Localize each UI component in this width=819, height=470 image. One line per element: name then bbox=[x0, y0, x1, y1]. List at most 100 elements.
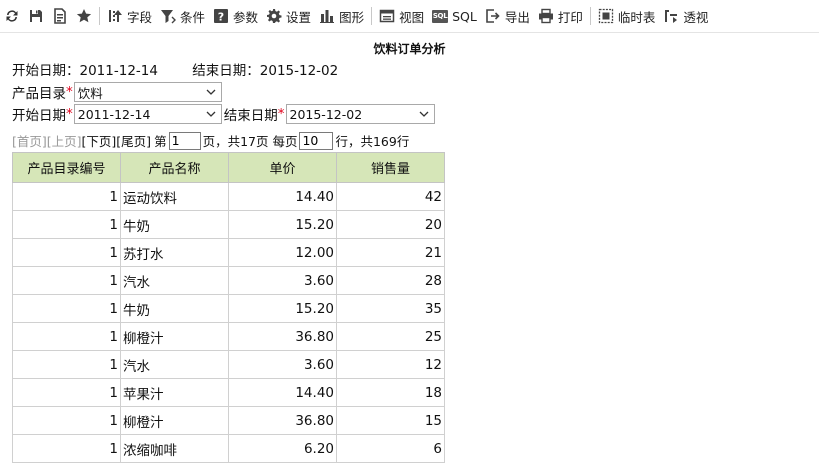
required-mark: * bbox=[66, 84, 73, 100]
svg-text:?: ? bbox=[218, 11, 224, 24]
sql-button[interactable]: SQL SQL bbox=[428, 3, 481, 29]
col-header-category-id[interactable]: 产品目录编号 bbox=[12, 152, 121, 183]
pivot-icon bbox=[665, 10, 678, 23]
toolbar-separator bbox=[371, 7, 373, 25]
cell-product-name: 牛奶 bbox=[120, 210, 229, 239]
cell-sales-qty: 6 bbox=[336, 434, 445, 463]
category-select[interactable]: 饮料 bbox=[73, 82, 222, 102]
cell-product-name: 牛奶 bbox=[120, 294, 229, 323]
table-row: 1 牛奶 15.20 35 bbox=[12, 294, 445, 323]
cell-product-name: 浓缩咖啡 bbox=[120, 434, 229, 463]
settings-label: 设置 bbox=[286, 9, 312, 25]
cell-category-id: 1 bbox=[12, 238, 121, 267]
cell-sales-qty: 42 bbox=[336, 182, 445, 211]
favorite-button[interactable] bbox=[72, 3, 96, 29]
temp-table-label: 临时表 bbox=[617, 9, 656, 25]
save-as-button[interactable] bbox=[48, 3, 72, 29]
cell-category-id: 1 bbox=[12, 210, 121, 239]
chevron-down-icon bbox=[206, 89, 216, 95]
refresh-button[interactable] bbox=[0, 3, 24, 29]
table-row: 1 柳橙汁 36.80 15 bbox=[12, 406, 445, 435]
first-page-link[interactable]: [首页] bbox=[12, 131, 47, 150]
start-date-label: 开始日期 bbox=[12, 108, 66, 124]
cell-category-id: 1 bbox=[12, 350, 121, 379]
cell-unit-price: 14.40 bbox=[228, 182, 337, 211]
cell-unit-price: 3.60 bbox=[228, 266, 337, 295]
export-label: 导出 bbox=[504, 9, 530, 25]
last-page-link[interactable]: [尾页] bbox=[116, 131, 151, 150]
cell-unit-price: 36.80 bbox=[228, 406, 337, 435]
bar-chart-icon bbox=[320, 10, 335, 23]
cell-unit-price: 15.20 bbox=[228, 294, 337, 323]
chevron-down-icon bbox=[419, 111, 428, 117]
conditions-button[interactable]: 条件 bbox=[156, 3, 209, 29]
cell-category-id: 1 bbox=[12, 182, 121, 211]
refresh-icon bbox=[6, 10, 18, 22]
start-date-select[interactable]: 2011-12-14 bbox=[73, 104, 222, 124]
chart-label: 图形 bbox=[339, 9, 365, 25]
save-as-icon bbox=[54, 8, 66, 24]
cell-product-name: 柳橙汁 bbox=[120, 406, 229, 435]
cell-sales-qty: 21 bbox=[336, 238, 445, 267]
temp-table-button[interactable]: 临时表 bbox=[594, 3, 660, 29]
cell-category-id: 1 bbox=[12, 294, 121, 323]
conditions-label: 条件 bbox=[180, 9, 206, 25]
data-table: 产品目录编号 产品名称 单价 销售量 1 运动饮料 14.40 42 1 牛奶 … bbox=[12, 152, 445, 463]
cell-product-name: 苏打水 bbox=[120, 238, 229, 267]
fields-button[interactable]: 字段 bbox=[103, 3, 156, 29]
cell-unit-price: 36.80 bbox=[228, 322, 337, 351]
filter-icon bbox=[161, 10, 177, 24]
page-number-input[interactable] bbox=[168, 131, 201, 150]
save-button[interactable] bbox=[24, 3, 48, 29]
table-row: 1 苏打水 12.00 21 bbox=[12, 238, 445, 267]
chevron-down-icon bbox=[206, 111, 216, 117]
col-header-product-name[interactable]: 产品名称 bbox=[120, 152, 229, 183]
category-select-value: 饮料 bbox=[77, 85, 103, 101]
pivot-button[interactable]: 透视 bbox=[659, 3, 712, 29]
table-row: 1 汽水 3.60 28 bbox=[12, 266, 445, 295]
required-mark: * bbox=[66, 106, 73, 122]
gear-icon bbox=[267, 9, 282, 23]
cell-category-id: 1 bbox=[12, 378, 121, 407]
cell-product-name: 柳橙汁 bbox=[120, 322, 229, 351]
params-button[interactable]: ? 参数 bbox=[209, 3, 262, 29]
page-size-input[interactable] bbox=[299, 131, 334, 150]
end-date-label: 结束日期 bbox=[223, 108, 278, 124]
sql-label: SQL bbox=[452, 8, 477, 24]
col-header-unit-price[interactable]: 单价 bbox=[228, 152, 337, 183]
table-row: 1 牛奶 15.20 20 bbox=[12, 210, 445, 239]
col-header-sales-qty[interactable]: 销售量 bbox=[336, 152, 445, 183]
required-mark: * bbox=[277, 106, 285, 122]
category-label: 产品目录 bbox=[12, 86, 66, 102]
params-label: 参数 bbox=[233, 9, 259, 25]
cell-category-id: 1 bbox=[12, 322, 121, 351]
pagination: [首页] [上页] [下页] [尾页] 第 页，共17页 每页 行，共169行 bbox=[12, 131, 409, 150]
table-row: 1 苹果汁 14.40 18 bbox=[12, 378, 445, 407]
chart-button[interactable]: 图形 bbox=[315, 3, 368, 29]
cell-sales-qty: 18 bbox=[336, 378, 445, 407]
table-row: 1 浓缩咖啡 6.20 6 bbox=[12, 434, 445, 463]
view-label: 视图 bbox=[399, 9, 425, 25]
settings-button[interactable]: 设置 bbox=[262, 3, 315, 29]
toolbar-separator bbox=[99, 7, 100, 25]
export-icon bbox=[486, 9, 500, 23]
page-prefix: 第 bbox=[154, 134, 167, 149]
toolbar: 字段 条件 ? 参数 设置 图形 视图 SQL SQL 导出 打印 临时表 透视 bbox=[0, 0, 819, 33]
cell-unit-price: 6.20 bbox=[228, 434, 337, 463]
rows-suffix: 行，共169行 bbox=[335, 134, 410, 149]
save-icon bbox=[30, 10, 42, 22]
print-button[interactable]: 打印 bbox=[534, 3, 587, 29]
cell-sales-qty: 28 bbox=[336, 266, 445, 295]
pivot-label: 透视 bbox=[683, 9, 709, 25]
next-page-link[interactable]: [下页] bbox=[82, 131, 117, 150]
export-button[interactable]: 导出 bbox=[481, 3, 534, 29]
page-suffix: 页，共17页 每页 bbox=[202, 134, 298, 149]
fields-icon bbox=[109, 10, 122, 22]
printer-icon bbox=[538, 8, 553, 24]
prev-page-link[interactable]: [上页] bbox=[47, 131, 82, 150]
start-date-value: 2011-12-14 bbox=[77, 106, 151, 122]
view-button[interactable]: 视图 bbox=[375, 3, 428, 29]
cell-product-name: 汽水 bbox=[120, 350, 229, 379]
end-date-select[interactable]: 2015-12-02 bbox=[285, 104, 435, 124]
cell-unit-price: 3.60 bbox=[228, 350, 337, 379]
